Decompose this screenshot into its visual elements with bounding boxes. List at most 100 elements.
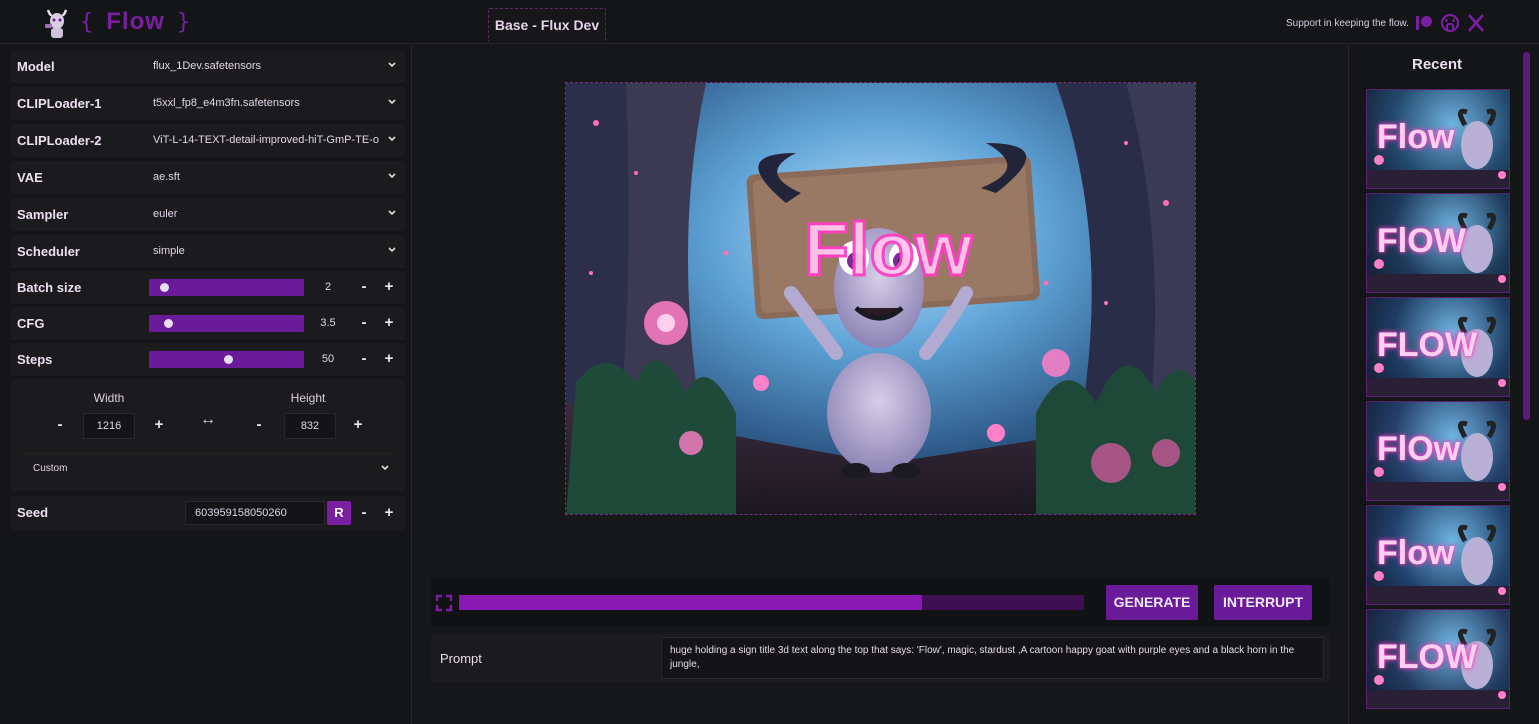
- seed-increment-button[interactable]: +: [380, 503, 398, 523]
- recent-thumbnail[interactable]: FLOW: [1366, 297, 1510, 397]
- generate-button[interactable]: GENERATE: [1106, 585, 1198, 620]
- clip1-label: CLIPLoader-1: [17, 96, 102, 111]
- thumbnail-text: Flow: [1377, 118, 1455, 156]
- tab-workflow[interactable]: Base - Flux Dev: [488, 8, 606, 42]
- cfg-value: 3.5: [320, 317, 336, 329]
- x-icon[interactable]: [1466, 13, 1486, 33]
- thumbnail-text: FlOw: [1377, 430, 1461, 468]
- scheduler-select[interactable]: Scheduler simple: [11, 235, 405, 268]
- brand-suffix: }: [176, 10, 192, 35]
- recent-thumbnail[interactable]: FLOW: [1366, 609, 1510, 709]
- seed-label: Seed: [17, 505, 49, 520]
- thumbnail-text: FLOW: [1377, 326, 1478, 364]
- goat-image: Flow: [566, 83, 1195, 514]
- width-label: Width: [93, 391, 125, 405]
- sampler-label: Sampler: [17, 207, 69, 222]
- goat-logo-icon: [45, 9, 68, 38]
- brand-prefix: {: [80, 10, 95, 35]
- brand-name: Flow: [106, 8, 165, 35]
- top-bar: { Flow} Base - Flux Dev Support in keepin…: [0, 0, 1539, 44]
- chevron-down-icon: [388, 62, 396, 68]
- sampler-select[interactable]: Sampler euler: [11, 198, 405, 231]
- thumbnail-text: FlOW: [1377, 222, 1466, 260]
- model-select[interactable]: Model flux_1Dev.safetensors: [11, 50, 405, 83]
- vae-label: VAE: [17, 170, 43, 185]
- random-seed-button[interactable]: R: [327, 501, 351, 525]
- cfg-increment-button[interactable]: +: [380, 313, 398, 333]
- batch-size-row: Batch size 2 - +: [11, 271, 405, 304]
- seed-decrement-button[interactable]: -: [355, 503, 373, 523]
- recent-thumbnail[interactable]: Flow: [1366, 89, 1510, 189]
- brand-title: { Flow}: [80, 8, 191, 36]
- steps-row: Steps 50 - +: [11, 343, 405, 376]
- cfg-label: CFG: [17, 316, 45, 331]
- recent-thumbnail[interactable]: FlOW: [1366, 193, 1510, 293]
- height-decrement-button[interactable]: -: [251, 416, 267, 433]
- chevron-down-icon: [388, 210, 396, 216]
- chevron-down-icon: [388, 247, 396, 253]
- clip1-select[interactable]: CLIPLoader-1 t5xxl_fp8_e4m3fn.safetensor…: [11, 87, 405, 120]
- cfg-row: CFG 3.5 - +: [11, 307, 405, 340]
- steps-slider[interactable]: [149, 351, 304, 368]
- model-label: Model: [17, 59, 55, 74]
- swap-dimensions-icon[interactable]: ↔: [200, 411, 216, 429]
- height-increment-button[interactable]: +: [350, 416, 366, 433]
- recent-thumbnail[interactable]: FlOw: [1366, 401, 1510, 501]
- slider-knob[interactable]: [224, 355, 233, 364]
- cfg-decrement-button[interactable]: -: [355, 313, 373, 333]
- slider-knob[interactable]: [163, 319, 173, 328]
- progress-track: [459, 595, 1084, 610]
- recent-thumbnail[interactable]: Flow: [1366, 505, 1510, 605]
- height-input[interactable]: 832: [284, 413, 336, 439]
- generation-progress-bar: GENERATE INTERRUPT: [431, 578, 1330, 626]
- dimensions-box: Width - 1216 + ↔ Height - 832 + Custom: [11, 379, 405, 491]
- steps-decrement-button[interactable]: -: [355, 349, 373, 369]
- recent-panel: Recent Flow FlOW FLOW FlOw Flow FLOW: [1348, 45, 1539, 724]
- prompt-section: Prompt huge holding a sign title 3d text…: [431, 634, 1330, 682]
- batch-size-label: Batch size: [17, 280, 82, 295]
- slider-knob[interactable]: [159, 283, 169, 292]
- prompt-textarea[interactable]: huge holding a sign title 3d text along …: [661, 637, 1324, 679]
- clip2-select[interactable]: CLIPLoader-2 ViT-L-14-TEXT-detail-improv…: [11, 124, 405, 157]
- resolution-preset-select[interactable]: Custom: [21, 453, 396, 481]
- vae-value: ae.sft: [153, 171, 180, 183]
- preset-value: Custom: [33, 463, 68, 474]
- width-decrement-button[interactable]: -: [52, 416, 68, 433]
- sampler-value: euler: [153, 208, 178, 220]
- steps-value: 50: [321, 353, 335, 365]
- batch-size-value: 2: [324, 281, 332, 293]
- scheduler-value: simple: [153, 245, 185, 257]
- cfg-slider[interactable]: [149, 315, 304, 332]
- steps-increment-button[interactable]: +: [380, 349, 398, 369]
- steps-label: Steps: [17, 352, 53, 367]
- generated-image-preview[interactable]: Flow: [565, 82, 1196, 515]
- clip1-value: t5xxl_fp8_e4m3fn.safetensors: [153, 97, 300, 109]
- sign-text: Flow: [804, 208, 973, 291]
- seed-row: Seed 603959158050260 R - +: [11, 496, 405, 530]
- vae-select[interactable]: VAE ae.sft: [11, 161, 405, 194]
- width-increment-button[interactable]: +: [151, 416, 167, 433]
- chevron-down-icon: [381, 465, 389, 471]
- batch-size-increment-button[interactable]: +: [380, 277, 398, 297]
- interrupt-button[interactable]: INTERRUPT: [1214, 585, 1312, 620]
- scheduler-label: Scheduler: [17, 244, 80, 259]
- settings-panel: Model flux_1Dev.safetensors CLIPLoader-1…: [0, 45, 412, 724]
- github-icon[interactable]: [1440, 13, 1460, 33]
- chevron-down-icon: [388, 99, 396, 105]
- patreon-icon[interactable]: [1414, 13, 1434, 33]
- prompt-label: Prompt: [440, 651, 482, 666]
- clip2-label: CLIPLoader-2: [17, 133, 102, 148]
- thumbnail-text: Flow: [1377, 534, 1455, 572]
- seed-input[interactable]: 603959158050260: [185, 501, 325, 525]
- width-input[interactable]: 1216: [83, 413, 135, 439]
- chevron-down-icon: [388, 136, 396, 142]
- batch-size-slider[interactable]: [149, 279, 304, 296]
- batch-size-decrement-button[interactable]: -: [355, 277, 373, 297]
- progress-fill: [459, 595, 922, 610]
- recent-title: Recent: [1411, 56, 1463, 73]
- model-value: flux_1Dev.safetensors: [153, 60, 262, 72]
- fullscreen-icon[interactable]: [435, 594, 453, 612]
- support-text: Support in keeping the flow.: [1286, 18, 1409, 29]
- recent-scrollbar[interactable]: [1523, 52, 1530, 420]
- clip2-value: ViT-L-14-TEXT-detail-improved-hiT-GmP-TE…: [153, 134, 379, 146]
